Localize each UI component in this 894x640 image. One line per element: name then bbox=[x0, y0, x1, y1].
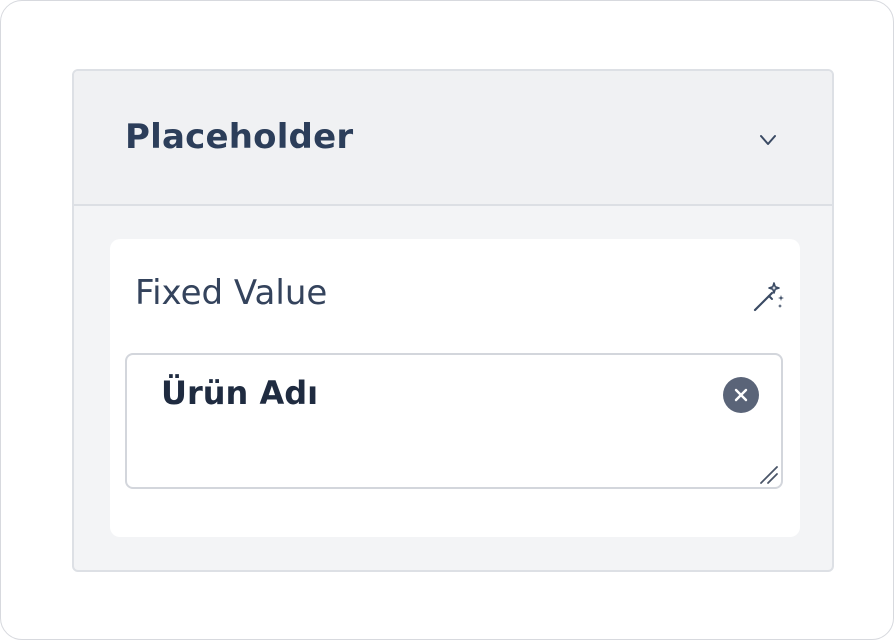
resize-handle-icon[interactable] bbox=[757, 463, 779, 485]
section-header[interactable]: Placeholder bbox=[74, 71, 832, 206]
magic-wand-icon[interactable] bbox=[750, 279, 786, 315]
close-icon bbox=[734, 388, 748, 402]
textarea-value[interactable]: Ürün Adı bbox=[161, 373, 318, 413]
fixed-value-textarea[interactable]: Ürün Adı bbox=[125, 353, 783, 489]
dialog-frame: Placeholder Fixed Value Ürün Adı bbox=[0, 0, 894, 640]
chevron-down-icon[interactable] bbox=[757, 129, 779, 151]
field-label: Fixed Value bbox=[135, 273, 328, 313]
placeholder-section: Placeholder Fixed Value Ürün Adı bbox=[72, 69, 834, 572]
fixed-value-card: Fixed Value Ürün Adı bbox=[110, 239, 800, 537]
section-title: Placeholder bbox=[125, 117, 354, 157]
clear-button[interactable] bbox=[723, 377, 759, 413]
